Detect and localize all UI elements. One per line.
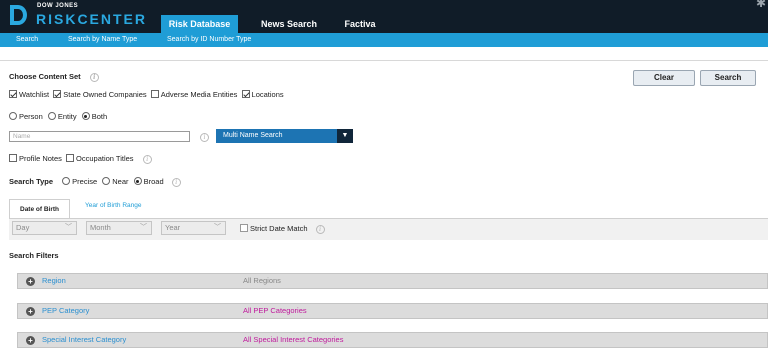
filter-row-pep-category[interactable]: + PEP Category All PEP Categories [17, 303, 768, 319]
filter-name[interactable]: Special Interest Category [42, 333, 126, 347]
precise-radio[interactable]: Precise [62, 177, 97, 186]
expand-plus-icon[interactable]: + [26, 336, 35, 345]
extra-options: Profile Notes Occupation Titles i [9, 154, 152, 164]
content-set-options: Watchlist State Owned Companies Adverse … [9, 90, 284, 99]
state-owned-companies-checkbox[interactable]: State Owned Companies [53, 90, 147, 99]
entity-radio[interactable]: Entity [47, 112, 77, 121]
info-icon[interactable]: i [89, 73, 99, 82]
watchlist-checkbox[interactable]: Watchlist [9, 90, 49, 99]
brand-top-text: DOW JONES [37, 3, 79, 9]
brand-main-text: RISKCENTER [36, 11, 148, 27]
filter-value: All Special Interest Categories [243, 335, 344, 344]
dropdown-arrow-icon[interactable]: ▼ [337, 129, 353, 143]
search-type-label: Search Type [9, 177, 54, 186]
checkbox-checked[interactable] [241, 90, 250, 98]
radio-unselected[interactable] [62, 177, 71, 185]
radio-unselected[interactable] [102, 177, 111, 185]
adverse-media-entities-checkbox[interactable]: Adverse Media Entities [150, 90, 237, 99]
month-select[interactable]: Month ﹀ [86, 221, 152, 235]
info-icon[interactable]: i [142, 155, 152, 164]
locations-checkbox[interactable]: Locations [241, 90, 284, 99]
filter-name[interactable]: Region [42, 274, 66, 288]
radio-unselected[interactable] [47, 112, 56, 120]
strict-date-match-checkbox[interactable]: Strict Date Match i [240, 224, 325, 234]
tab-date-of-birth[interactable]: Date of Birth [9, 199, 70, 219]
subnav-search-by-id-number-type[interactable]: Search by ID Number Type [167, 33, 251, 47]
broad-radio[interactable]: Broad [133, 177, 164, 186]
entity-type-options: Person Entity Both [9, 112, 107, 121]
top-header: DOW JONES RISKCENTER Risk Database News … [0, 0, 768, 33]
checkbox-unchecked[interactable] [66, 154, 75, 162]
radio-selected[interactable] [81, 112, 90, 120]
search-filters-heading: Search Filters [9, 251, 59, 260]
content-set-label: Choose Content Set i [9, 72, 99, 82]
subnav-search-by-name-type[interactable]: Search by Name Type [68, 33, 137, 47]
chevron-down-icon: ﹀ [140, 224, 147, 231]
tab-year-of-birth-range[interactable]: Year of Birth Range [85, 199, 142, 213]
divider [0, 60, 768, 61]
tab-factiva[interactable]: Factiva [335, 15, 385, 33]
radio-selected[interactable] [133, 177, 142, 185]
checkbox-unchecked[interactable] [240, 224, 248, 232]
filter-name[interactable]: PEP Category [42, 304, 89, 318]
search-type-row: Search Type Precise Near Broad i [9, 177, 181, 187]
checkbox-unchecked[interactable] [9, 154, 17, 162]
day-select[interactable]: Day ﹀ [12, 221, 77, 235]
chevron-down-icon: ﹀ [214, 224, 221, 231]
checkbox-checked[interactable] [9, 90, 17, 98]
info-icon[interactable]: i [171, 178, 181, 187]
profile-notes-checkbox[interactable]: Profile Notes [9, 154, 62, 163]
person-radio[interactable]: Person [9, 112, 43, 121]
info-icon[interactable]: i [315, 225, 325, 234]
expand-plus-icon[interactable]: + [26, 307, 35, 316]
tab-news-search[interactable]: News Search [255, 15, 323, 33]
filter-value: All Regions [243, 276, 281, 285]
occupation-titles-checkbox[interactable]: Occupation Titles [66, 154, 134, 163]
search-button[interactable]: Search [700, 70, 756, 86]
expand-plus-icon[interactable]: + [26, 277, 35, 286]
info-icon[interactable]: i [200, 133, 209, 142]
subnav-search[interactable]: Search [16, 33, 38, 47]
tab-risk-database[interactable]: Risk Database [161, 15, 238, 33]
filter-row-special-interest-category[interactable]: + Special Interest Category All Special … [17, 332, 768, 348]
multi-name-search-dropdown[interactable]: Multi Name Search ▼ [216, 129, 353, 143]
both-radio[interactable]: Both [81, 112, 107, 121]
chevron-down-icon: ﹀ [65, 224, 72, 231]
dow-jones-d-logo-icon [10, 5, 27, 25]
checkbox-checked[interactable] [53, 90, 62, 98]
near-radio[interactable]: Near [102, 177, 129, 186]
name-input[interactable] [9, 131, 190, 142]
gear-icon[interactable]: ✱ [756, 0, 766, 10]
radio-unselected[interactable] [9, 112, 17, 120]
sub-navigation: Search Search by Name Type Search by ID … [0, 33, 768, 47]
checkbox-unchecked[interactable] [150, 90, 159, 98]
filter-value: All PEP Categories [243, 306, 307, 315]
year-select[interactable]: Year ﹀ [161, 221, 226, 235]
clear-button[interactable]: Clear [633, 70, 695, 86]
filter-row-region[interactable]: + Region All Regions [17, 273, 768, 289]
